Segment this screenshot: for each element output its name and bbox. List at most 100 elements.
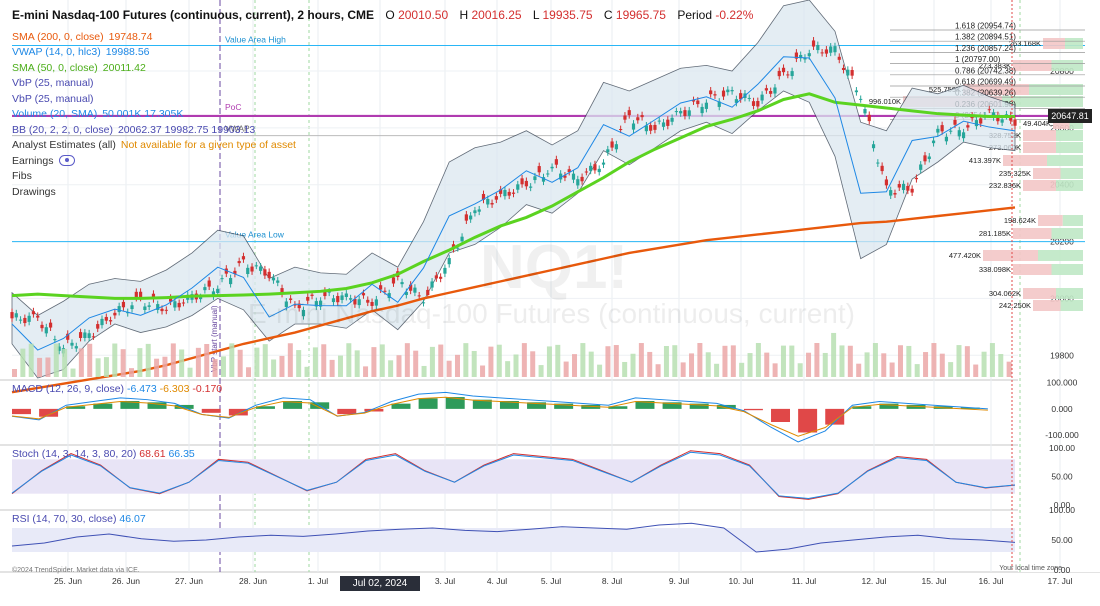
volume-bar: [312, 347, 318, 377]
indicator-vwap[interactable]: VWAP (14, 0, hlc3) 19988.56: [12, 45, 753, 61]
volume-bar: [429, 346, 435, 377]
x-tick-label: 15. Jul: [921, 576, 946, 586]
x-tick-label: 28. Jun: [239, 576, 267, 586]
volume-bar: [831, 332, 837, 377]
volume-bar: [939, 353, 945, 377]
volume-bar: [488, 346, 494, 377]
volume-bar: [521, 343, 527, 377]
candle-body: [490, 202, 494, 205]
volume-bar: [998, 354, 1004, 377]
vp-bar-up: [1047, 155, 1083, 166]
candle-body: [143, 306, 147, 311]
candle-body: [18, 319, 23, 321]
volume-bar: [112, 343, 118, 377]
volume-bar: [195, 347, 201, 377]
indicator-analyst[interactable]: Analyst Estimates (all) Not available for…: [12, 138, 753, 154]
vp-bar-up: [1065, 38, 1083, 49]
volume-bar: [764, 352, 770, 377]
volume-bar: [747, 353, 753, 377]
volume-bar: [638, 343, 644, 377]
volume-bar: [722, 345, 728, 377]
vp-bar-up: [1038, 250, 1083, 261]
candle-body: [756, 100, 760, 107]
volume-bar: [354, 350, 360, 377]
candle-body: [469, 215, 473, 220]
volume-bar: [1006, 361, 1012, 377]
candle-body: [361, 293, 366, 296]
candle-body: [987, 109, 991, 111]
candle-body: [23, 317, 27, 324]
vp-bar-down: [1023, 130, 1056, 141]
volume-bar: [822, 352, 828, 377]
crosshair-date-label: Jul 02, 2024 00:00: [340, 576, 420, 604]
indicator-fibs[interactable]: Fibs: [12, 169, 753, 185]
vp-label: 304.062K: [989, 289, 1021, 298]
indicator-drawings[interactable]: Drawings: [12, 185, 753, 201]
candle-body: [760, 94, 764, 101]
candle-body: [417, 295, 421, 297]
indicator-vbp-2[interactable]: VbP (25, manual): [12, 92, 753, 108]
volume-bar: [37, 357, 43, 377]
vp-bar-down: [1003, 155, 1047, 166]
candle-body: [859, 98, 863, 100]
candle-body: [863, 109, 867, 114]
candle-body: [786, 74, 790, 76]
volume-bar: [505, 361, 511, 377]
volume-bar: [588, 351, 594, 377]
fib-label: 0.786 (20742.38): [955, 66, 1016, 75]
candle-body: [203, 287, 207, 291]
volume-bar: [839, 345, 845, 377]
indicator-vbp-1[interactable]: VbP (25, manual): [12, 76, 753, 92]
indicator-volume[interactable]: Volume (20, SMA) 50.001K 17.305K: [12, 107, 753, 123]
volume-bar: [780, 345, 786, 377]
volume-bar: [346, 343, 352, 377]
volume-bar: [287, 343, 293, 377]
candle-body: [443, 267, 447, 274]
volume-bar: [881, 353, 887, 377]
vp-bar-down: [1043, 38, 1065, 49]
candle-body: [27, 315, 31, 322]
indicator-sma50[interactable]: SMA (50, 0, close) 20011.42: [12, 61, 753, 77]
vp-bar-down: [1023, 142, 1056, 153]
volume-bar: [956, 345, 962, 377]
volume-bar: [814, 343, 820, 377]
stoch-band: [12, 459, 1015, 494]
candle-body: [906, 185, 910, 191]
volume-bar: [931, 343, 937, 377]
candle-body: [931, 140, 936, 144]
volume-bar: [337, 355, 343, 377]
vp-bar-up: [1051, 60, 1083, 71]
volume-bar: [379, 344, 385, 377]
volume-bar: [789, 345, 795, 377]
volume-bar: [471, 350, 477, 377]
candle-body: [781, 67, 786, 73]
vp-bar-down: [1013, 264, 1052, 275]
period-value: -0.22%: [715, 8, 754, 22]
indicator-earnings[interactable]: Earnings: [12, 154, 753, 170]
indicator-bb[interactable]: BB (20, 2, 2, 0, close) 20062.37 19982.75…: [12, 123, 753, 139]
volume-bar: [755, 343, 761, 377]
volume-bar: [254, 347, 260, 377]
volume-bar: [672, 345, 678, 377]
candle-body: [108, 320, 113, 322]
candle-body: [430, 281, 434, 288]
candle-body: [769, 90, 773, 94]
indicator-sma200[interactable]: SMA (200, 0, close) 19748.74: [12, 30, 753, 46]
x-tick-label: 3. Jul: [435, 576, 455, 586]
vp-bar-up: [1056, 142, 1083, 153]
volume-bar: [187, 367, 193, 377]
candle-body: [944, 136, 949, 142]
macd-legend[interactable]: MACD (12, 26, 9, close) -6.473 -6.303 -0…: [12, 383, 222, 395]
x-tick-label: 17. Jul: [1047, 576, 1072, 586]
volume-bar: [538, 365, 544, 377]
rsi-legend[interactable]: RSI (14, 70, 30, close) 46.07: [12, 513, 146, 525]
stoch-legend[interactable]: Stoch (14, 3, 14, 3, 80, 20) 68.61 66.35: [12, 448, 195, 460]
vp-bar-down: [983, 250, 1038, 261]
eye-icon[interactable]: [59, 155, 76, 167]
candle-body: [910, 188, 914, 193]
x-tick-label: 10. Jul: [728, 576, 753, 586]
volume-bar: [438, 344, 444, 377]
timezone-label[interactable]: Your local time zone: [999, 565, 1062, 572]
candle-body: [36, 315, 40, 318]
candle-body: [829, 46, 833, 53]
